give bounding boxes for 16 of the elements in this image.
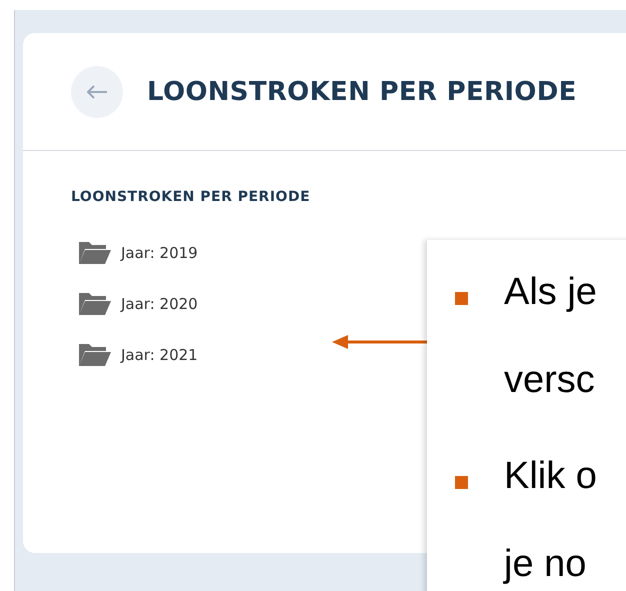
folder-icon [79, 344, 111, 366]
folder-link[interactable]: Jaar: 2021 [121, 346, 198, 364]
bullet-icon [455, 292, 468, 305]
folder-icon [79, 292, 111, 314]
callout-text: versc [504, 358, 596, 403]
folder-link[interactable]: Jaar: 2019 [121, 244, 198, 262]
callout-text: Klik o [504, 454, 597, 499]
back-arrow-icon [86, 84, 108, 98]
folder-icon [79, 242, 111, 264]
back-button[interactable] [71, 66, 123, 118]
bullet-icon [455, 476, 468, 489]
folder-link[interactable]: Jaar: 2020 [121, 294, 198, 312]
callout-text: Als je [504, 270, 597, 315]
page-title: LOONSTROKEN PER PERIODE [147, 76, 577, 106]
section-heading: LOONSTROKEN PER PERIODE [71, 189, 312, 205]
callout-text: je no [504, 542, 588, 587]
